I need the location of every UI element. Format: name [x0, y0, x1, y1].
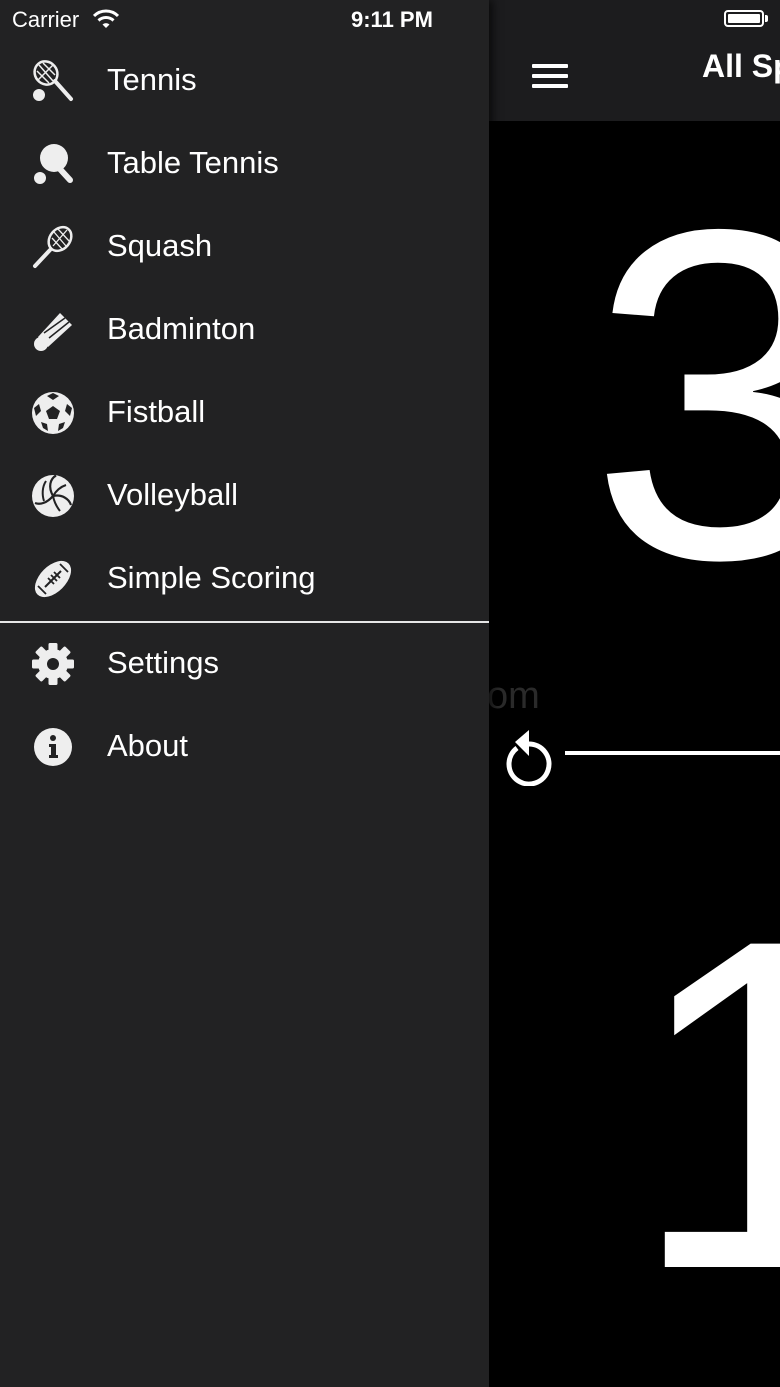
app-screen: All Sp 3 om 1 Carrier 9:11 PM	[0, 0, 780, 1387]
battery-icon	[724, 10, 764, 27]
battery-tip	[765, 15, 768, 22]
menu-label: Squash	[107, 228, 213, 263]
menu-label: Settings	[107, 645, 220, 680]
menu-label: Tennis	[107, 62, 197, 97]
menu-item-fistball[interactable]: Fistball	[0, 372, 489, 455]
menu-label: Fistball	[107, 394, 206, 429]
menu-item-simple-scoring[interactable]: Simple Scoring	[0, 538, 489, 621]
menu-label: About	[107, 728, 189, 763]
navigation-bar: All Sp	[489, 0, 780, 121]
page-title: All Sp	[702, 48, 780, 84]
menu-label: Simple Scoring	[107, 560, 316, 595]
football-icon	[34, 560, 72, 598]
undo-icon[interactable]	[499, 722, 555, 786]
fistball-icon	[32, 392, 74, 434]
score-top[interactable]: 3	[589, 160, 780, 630]
menu-item-squash[interactable]: Squash	[0, 206, 489, 289]
menu-item-volleyball[interactable]: Volleyball	[0, 455, 489, 538]
side-drawer: Carrier 9:11 PM Tennis Table Tennis Squa…	[0, 0, 489, 1387]
menu-label: Volleyball	[107, 477, 238, 512]
score-bottom[interactable]: 1	[629, 870, 780, 1340]
menu-item-settings[interactable]: Settings	[0, 623, 489, 706]
wifi-icon	[93, 9, 119, 28]
table-tennis-icon	[34, 144, 73, 184]
menu-item-about[interactable]: About	[0, 706, 489, 789]
scoreboard-view: All Sp 3 om 1	[489, 0, 780, 1387]
status-time: 9:11 PM	[351, 7, 433, 32]
info-icon	[34, 728, 72, 766]
volleyball-icon	[32, 474, 74, 517]
faded-label: om	[489, 675, 540, 717]
menu-icon[interactable]	[532, 64, 568, 90]
carrier-label: Carrier	[12, 7, 80, 32]
menu-item-table-tennis[interactable]: Table Tennis	[0, 123, 489, 206]
score-divider	[565, 751, 780, 755]
gear-icon	[32, 643, 74, 685]
sports-menu: Tennis Table Tennis Squash Badminton Fis…	[0, 40, 489, 789]
menu-item-badminton[interactable]: Badminton	[0, 289, 489, 372]
menu-label: Badminton	[107, 311, 256, 346]
menu-label: Table Tennis	[107, 145, 279, 180]
badminton-icon	[34, 313, 72, 351]
menu-item-tennis[interactable]: Tennis	[0, 40, 489, 123]
tennis-icon	[33, 60, 73, 101]
squash-icon	[33, 225, 73, 268]
status-bar: Carrier 9:11 PM	[0, 0, 489, 40]
